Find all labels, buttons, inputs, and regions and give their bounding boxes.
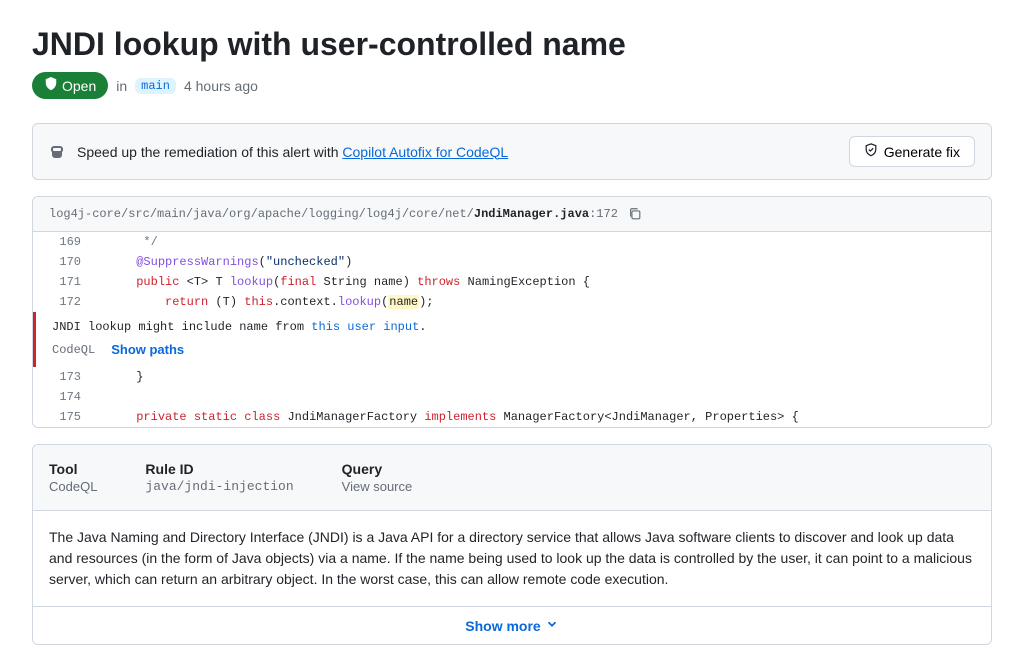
line-number: 175 [33, 407, 93, 427]
status-badge: Open [32, 72, 108, 99]
details-header: Tool CodeQL Rule ID java/jndi-injection … [33, 445, 991, 511]
page-title: JNDI lookup with user-controlled name [32, 24, 992, 64]
show-more-button[interactable]: Show more [465, 617, 558, 634]
status-time: 4 hours ago [184, 78, 258, 94]
rule-label: Rule ID [145, 461, 293, 477]
line-number: 173 [33, 367, 93, 387]
copy-icon[interactable] [628, 207, 642, 221]
copilot-text: Speed up the remediation of this alert w… [77, 144, 508, 160]
chevron-down-icon [545, 617, 559, 634]
line-number: 172 [33, 292, 93, 312]
branch-pill[interactable]: main [135, 78, 176, 94]
line-content: @SuppressWarnings("unchecked") [93, 252, 991, 272]
tool-value: CodeQL [49, 479, 97, 494]
line-content: public <T> T lookup(final String name) t… [93, 272, 991, 292]
alert-source-label: CodeQL [52, 343, 95, 357]
line-content: return (T) this.context.lookup(name); [93, 292, 991, 312]
file-path[interactable]: log4j-core/src/main/java/org/apache/logg… [49, 207, 618, 221]
line-number: 169 [33, 232, 93, 252]
code-line: 175 private static class JndiManagerFact… [33, 407, 991, 427]
status-in: in [116, 78, 127, 94]
line-content: private static class JndiManagerFactory … [93, 407, 991, 427]
copilot-icon [49, 144, 65, 160]
code-line: 174 [33, 387, 991, 407]
code-panel: log4j-core/src/main/java/org/apache/logg… [32, 196, 992, 428]
rule-value: java/jndi-injection [145, 479, 293, 494]
alert-source-link[interactable]: this user input [311, 320, 419, 334]
code-line: 171 public <T> T lookup(final String nam… [33, 272, 991, 292]
status-row: Open in main 4 hours ago [32, 72, 992, 99]
shield-check-icon [864, 143, 878, 160]
line-content [93, 387, 991, 407]
code-line: 169 */ [33, 232, 991, 252]
tool-label: Tool [49, 461, 97, 477]
line-number: 171 [33, 272, 93, 292]
code-line: 170 @SuppressWarnings("unchecked") [33, 252, 991, 272]
details-panel: Tool CodeQL Rule ID java/jndi-injection … [32, 444, 992, 645]
line-number: 170 [33, 252, 93, 272]
query-value-link[interactable]: View source [342, 479, 413, 494]
shield-icon [44, 77, 58, 94]
line-content: */ [93, 232, 991, 252]
copilot-link[interactable]: Copilot Autofix for CodeQL [342, 144, 508, 160]
query-label: Query [342, 461, 413, 477]
status-label: Open [62, 78, 96, 94]
copilot-bar: Speed up the remediation of this alert w… [32, 123, 992, 180]
alert-text: JNDI lookup might include name from this… [52, 320, 975, 334]
details-description: The Java Naming and Directory Interface … [33, 511, 991, 606]
code-line: 173 } [33, 367, 991, 387]
code-body: 169 */170 @SuppressWarnings("unchecked")… [33, 232, 991, 427]
line-number: 174 [33, 387, 93, 407]
alert-inline: JNDI lookup might include name from this… [33, 312, 991, 367]
code-line: 172 return (T) this.context.lookup(name)… [33, 292, 991, 312]
line-content: } [93, 367, 991, 387]
show-paths-button[interactable]: Show paths [111, 342, 184, 357]
code-header: log4j-core/src/main/java/org/apache/logg… [33, 197, 991, 232]
generate-fix-button[interactable]: Generate fix [849, 136, 975, 167]
